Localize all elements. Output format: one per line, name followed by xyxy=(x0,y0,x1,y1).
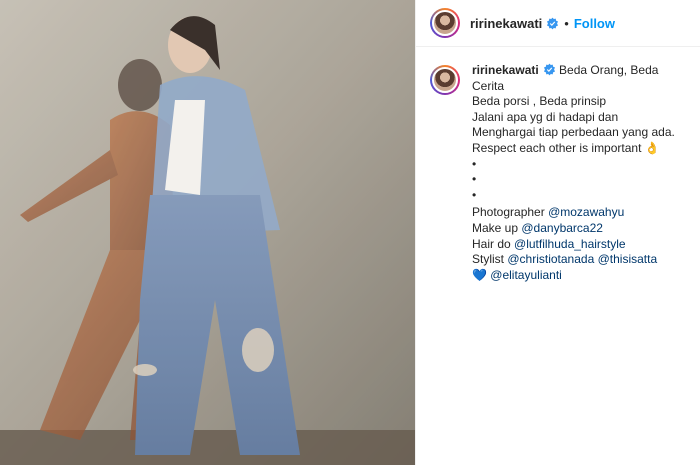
caption-line: Jalani apa yg di hadapi dan xyxy=(472,109,619,124)
caption-body: ririnekawati Beda Orang, Beda Cerita Bed… xyxy=(472,63,686,283)
caption-first-line: ririnekawati Beda Orang, Beda xyxy=(472,63,686,79)
caption-line: Cerita xyxy=(472,78,505,93)
header-username[interactable]: ririnekawati xyxy=(470,16,542,31)
credit-photographer: Photographer @mozawahyu xyxy=(472,205,686,221)
mention-link[interactable]: @thisisatta xyxy=(598,252,658,266)
caption-avatar[interactable] xyxy=(430,65,460,95)
credit-label: Photographer xyxy=(472,205,549,220)
caption-username[interactable]: ririnekawati xyxy=(472,63,539,77)
avatar[interactable] xyxy=(430,8,460,38)
caption-line: Beda porsi , Beda prinsip xyxy=(472,94,607,109)
caption-bullet: • xyxy=(472,172,477,187)
avatar-image xyxy=(432,10,458,36)
post-sidebar: ririnekawati • Follow ririnekawati Beda … xyxy=(415,0,700,465)
credit-makeup: Make up @danybarca22 xyxy=(472,221,686,237)
caption-line: Respect each other is important 👌 xyxy=(472,140,660,155)
mention-link[interactable]: @christiotanada xyxy=(507,252,594,266)
mention-link[interactable]: @lutfilhuda_hairstyle xyxy=(514,237,626,251)
caption-bullet: • xyxy=(472,187,477,202)
avatar-image xyxy=(432,67,458,93)
credit-label: Stylist xyxy=(472,252,508,267)
blue-heart-icon: 💙 xyxy=(472,267,491,282)
credit-label: Make up xyxy=(472,220,522,235)
follow-button[interactable]: Follow xyxy=(574,16,615,31)
mention-link[interactable]: @mozawahyu xyxy=(548,205,624,219)
caption: ririnekawati Beda Orang, Beda Cerita Bed… xyxy=(416,47,700,283)
post-photo-illustration xyxy=(0,0,415,465)
credit-label: Hair do xyxy=(472,236,515,251)
credit-hair: Hair do @lutfilhuda_hairstyle xyxy=(472,237,686,253)
caption-bullet: • xyxy=(472,156,477,171)
credit-stylist: Stylist @christiotanada @thisisatta xyxy=(472,252,686,268)
verified-badge-icon xyxy=(547,17,559,29)
mention-link[interactable]: @elitayulianti xyxy=(490,268,562,282)
caption-line: Menghargai tiap perbedaan yang ada. xyxy=(472,125,675,140)
separator-dot: • xyxy=(564,15,569,31)
post-photo[interactable] xyxy=(0,0,415,465)
post-header: ririnekawati • Follow xyxy=(416,0,700,47)
verified-badge-icon xyxy=(543,63,555,76)
mention-link[interactable]: @danybarca22 xyxy=(521,221,603,235)
credit-heart: 💙 @elitayulianti xyxy=(472,268,686,284)
caption-text: Beda Orang, Beda xyxy=(559,63,659,77)
